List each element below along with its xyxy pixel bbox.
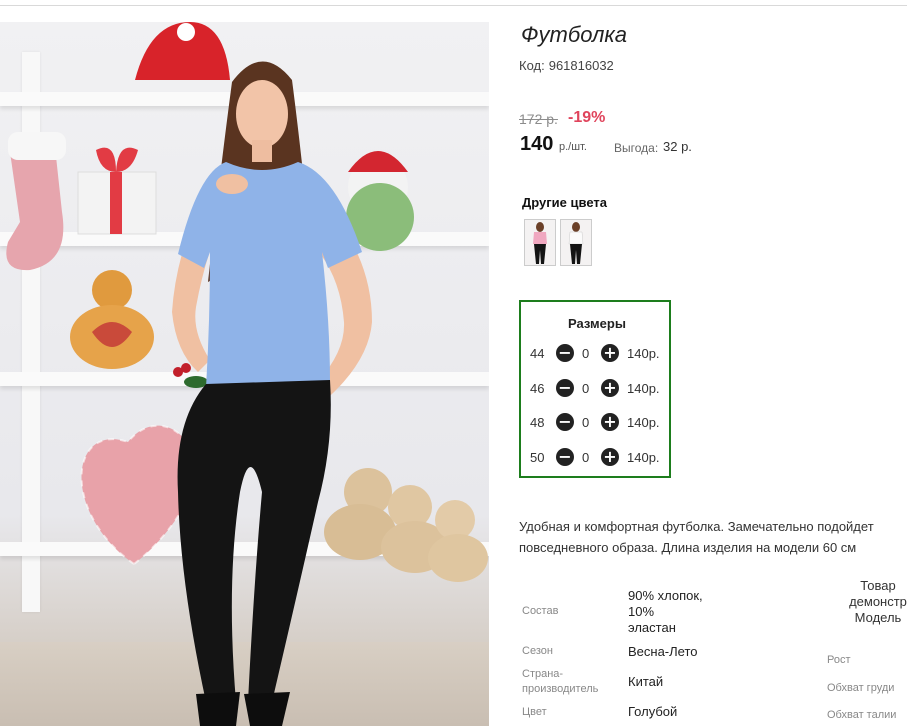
plus-circle-icon[interactable]: + <box>601 379 619 397</box>
sizes-box: Размеры 44 − 0 + 140р. 46 − 0 + 140р. 48… <box>519 300 671 478</box>
description-line: повседневного образа. Длина изделия на м… <box>519 540 857 555</box>
size-price: 140р. <box>627 450 660 465</box>
model-label: Рост <box>827 654 851 666</box>
size-price: 140р. <box>627 346 660 361</box>
minus-circle-icon[interactable]: − <box>556 344 574 362</box>
quantity-value: 0 <box>582 415 590 430</box>
spec-value: 90% хлопок, 10% эластан <box>628 588 703 635</box>
plus-circle-icon[interactable]: + <box>601 344 619 362</box>
size-row: 44 − 0 + 140р. <box>521 344 673 364</box>
plus-circle-icon[interactable]: + <box>601 413 619 431</box>
size-price: 140р. <box>627 415 660 430</box>
quantity-value: 0 <box>582 381 590 396</box>
spec-label: Состав <box>522 605 559 617</box>
size-price: 140р. <box>627 381 660 396</box>
swatch-thumbnail <box>568 222 584 264</box>
model-info-heading: Товар демонстр Модель <box>838 578 907 626</box>
size-row: 46 − 0 + 140р. <box>521 379 673 399</box>
model-heading-line: Товар <box>860 578 896 593</box>
model-label: Обхват талии <box>827 709 897 721</box>
color-swatch-pink[interactable] <box>524 219 556 266</box>
plus-circle-icon[interactable]: + <box>601 448 619 466</box>
quantity-value: 0 <box>582 450 590 465</box>
discount-badge: -19% <box>568 109 606 126</box>
spec-label: Цвет <box>522 706 547 718</box>
photo-illustration <box>6 22 488 726</box>
minus-circle-icon[interactable]: − <box>556 413 574 431</box>
top-divider <box>0 5 907 6</box>
sizes-title: Размеры <box>568 316 626 331</box>
product-description: Удобная и комфортная футболка. Замечател… <box>519 516 907 558</box>
other-colors-heading: Другие цвета <box>522 195 607 210</box>
color-swatch-white[interactable] <box>560 219 592 266</box>
description-line: Удобная и комфортная футболка. Замечател… <box>519 519 874 534</box>
model-heading-line: демонстр <box>849 594 907 609</box>
price-unit: р./шт. <box>559 141 587 153</box>
product-title: Футболка <box>521 22 627 47</box>
product-code-label: Код: <box>519 58 545 73</box>
spec-label: Страна- производитель <box>522 668 599 695</box>
size-value: 46 <box>530 381 545 396</box>
current-price: 140 <box>520 133 554 155</box>
product-photo[interactable] <box>0 22 489 726</box>
product-code-value: 961816032 <box>548 58 614 73</box>
spec-label: Сезон <box>522 645 553 657</box>
model-label: Обхват груди <box>827 682 895 694</box>
minus-circle-icon[interactable]: − <box>556 448 574 466</box>
spec-value: Голубой <box>628 704 678 719</box>
spec-value: Китай <box>628 674 664 689</box>
savings-label: Выгода: <box>614 141 659 155</box>
product-code: Код: 961816032 <box>519 58 614 73</box>
swatch-thumbnail <box>533 222 547 264</box>
spec-value: Весна-Лето <box>628 644 698 659</box>
quantity-value: 0 <box>582 346 590 361</box>
size-value: 44 <box>530 346 545 361</box>
minus-circle-icon[interactable]: − <box>556 379 574 397</box>
model-heading-line: Модель <box>854 610 902 625</box>
savings-value: 32 р. <box>663 139 692 154</box>
old-price: 172 р. <box>519 111 558 127</box>
size-row: 48 − 0 + 140р. <box>521 413 673 433</box>
size-row: 50 − 0 + 140р. <box>521 448 673 468</box>
size-value: 48 <box>530 415 545 430</box>
size-value: 50 <box>530 450 545 465</box>
